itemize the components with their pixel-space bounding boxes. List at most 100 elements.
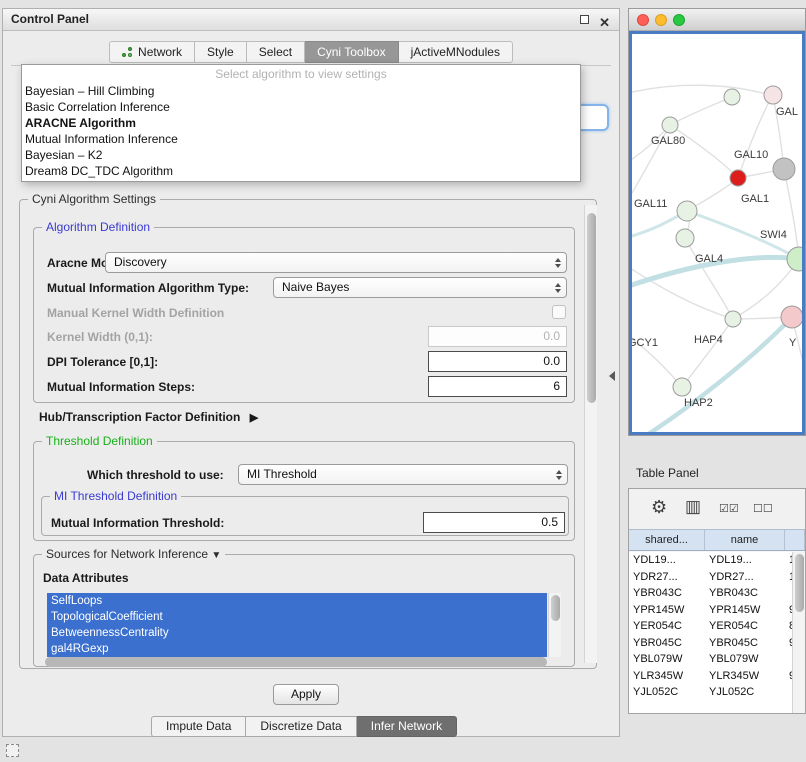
chevron-right-icon[interactable]: ▶ [250,412,258,424]
node-hap4[interactable] [725,311,741,327]
table-vertical-scrollbar[interactable] [792,552,805,713]
node-selected-red[interactable] [730,170,746,186]
table-row[interactable]: YBL079W YBL079W [629,651,792,668]
select-all-icon[interactable]: ☑☑ [719,502,739,515]
attributes-horizontal-scrollbar[interactable] [45,657,547,667]
cell: YDR27... [705,569,785,586]
attribute-item-selected[interactable]: SelfLoops [47,593,547,609]
node-label: HAP2 [684,397,713,409]
table-row[interactable]: YLR345W YLR345W 9. [629,668,792,685]
sources-title-text: Sources for Network Inference [46,547,208,561]
node-label: GAL [776,106,798,118]
tab-impute-data[interactable]: Impute Data [151,716,246,737]
tab-infer-network[interactable]: Infer Network [357,716,457,737]
column-header-shared-name[interactable]: shared... [629,530,705,550]
tab-discretize-data[interactable]: Discretize Data [246,716,356,737]
mi-type-combobox[interactable]: Naive Bayes [273,277,567,298]
table-row[interactable]: YER054C YER054C 8. [629,618,792,635]
algorithm-option[interactable]: Bayesian – Hill Climbing [22,83,580,99]
columns-icon[interactable]: ▥ [685,497,701,517]
tab-style[interactable]: Style [195,41,247,63]
manual-kernel-checkbox[interactable] [552,305,566,319]
algorithm-option[interactable]: Dream8 DC_TDC Algorithm [22,163,580,179]
tab-network[interactable]: Network [109,41,195,63]
table-row[interactable]: YJL052C YJL052C [629,684,792,701]
node[interactable] [764,86,782,104]
mi-steps-input[interactable]: 6 [428,376,567,397]
node-gal4[interactable] [676,229,694,247]
algorithm-option-selected[interactable]: ARACNE Algorithm [22,115,580,131]
node-pink[interactable] [781,306,802,328]
table-row[interactable]: YDR27... YDR27... 12 [629,569,792,586]
algorithm-option[interactable]: Mutual Information Inference [22,131,580,147]
mi-type-label: Mutual Information Algorithm Type: [47,281,249,295]
which-threshold-label: Which threshold to use: [87,468,224,482]
algorithm-option[interactable]: Basic Correlation Inference [22,99,580,115]
node-hap2[interactable] [673,378,691,396]
network-canvas[interactable]: GAL GAL80 GAL10 GAL11 GAL1 SWI4 GAL4 GCY… [629,31,805,435]
aracne-mode-value: Discovery [114,255,167,269]
mi-threshold-input[interactable]: 0.5 [423,512,565,533]
cell: YBL079W [705,651,785,668]
close-icon[interactable]: ✕ [599,12,610,33]
tab-jactivemnodules[interactable]: jActiveMNodules [399,41,513,63]
node-label: GAL1 [741,193,769,205]
float-window-icon[interactable] [580,15,589,24]
gear-icon[interactable]: ⚙ [651,497,667,518]
cell: YPR145W [629,602,705,619]
control-panel-titlebar[interactable]: Control Panel ✕ [3,9,619,31]
mi-steps-label: Mutual Information Steps: [47,380,195,394]
minimize-traffic-light-icon[interactable] [655,14,667,26]
sources-group-title[interactable]: Sources for Network Inference ▼ [42,547,225,561]
algorithm-option[interactable]: Bayesian – K2 [22,147,580,163]
apply-button[interactable]: Apply [273,684,339,705]
attribute-item-selected[interactable]: TopologicalCoefficient [47,609,547,625]
table-row[interactable]: YBR045C YBR045C 9. [629,635,792,652]
network-graph[interactable]: GAL GAL80 GAL10 GAL11 GAL1 SWI4 GAL4 GCY… [632,34,802,432]
attribute-item-selected[interactable]: gal4RGexp [47,641,547,657]
which-threshold-value: MI Threshold [247,467,317,481]
attributes-vertical-scrollbar[interactable] [548,593,561,657]
algorithm-dropdown-popup: Select algorithm to view settings Bayesi… [21,64,581,182]
table-row[interactable]: YPR145W YPR145W 9. [629,602,792,619]
tab-select[interactable]: Select [247,41,305,63]
settings-scrollbar-thumb[interactable] [587,213,596,403]
table-row[interactable]: YBR043C YBR043C [629,585,792,602]
attribute-item-selected[interactable]: BetweennessCentrality [47,625,547,641]
table-scrollbar-thumb[interactable] [795,554,804,612]
aracne-mode-combobox[interactable]: Discovery [105,252,567,273]
tab-select-label: Select [259,42,292,63]
close-traffic-light-icon[interactable] [637,14,649,26]
hub-section-label[interactable]: Hub/Transcription Factor Definition ▶ [39,410,258,424]
panel-collapse-handle-icon[interactable] [609,371,615,381]
grid-icon[interactable] [6,744,19,757]
which-threshold-combobox[interactable]: MI Threshold [238,464,568,485]
node-label: SWI4 [760,229,787,241]
deselect-all-icon[interactable]: ☐☐ [753,502,773,515]
node-label: HAP4 [694,334,723,346]
column-header-cut[interactable] [785,530,805,550]
kernel-width-input[interactable]: 0.0 [428,326,567,347]
cell: YER054C [705,618,785,635]
dpi-tolerance-input[interactable]: 0.0 [428,351,567,372]
data-attributes-list[interactable]: SelfLoops TopologicalCoefficient Between… [47,593,547,657]
tab-cyni-toolbox[interactable]: Cyni Toolbox [305,41,398,63]
settings-vertical-scrollbar[interactable] [584,205,597,663]
network-window-titlebar[interactable] [629,9,805,31]
tab-jactivemnodules-label: jActiveMNodules [411,42,500,63]
node-gal80[interactable] [662,117,678,133]
chevron-down-icon[interactable]: ▼ [211,550,221,561]
node-gal10[interactable] [773,158,795,180]
column-header-name[interactable]: name [705,530,785,550]
zoom-traffic-light-icon[interactable] [673,14,685,26]
node[interactable] [724,89,740,105]
node-gal1[interactable] [677,201,697,221]
table-row[interactable]: YDL19... YDL19... 13 [629,552,792,569]
kernel-width-label: Kernel Width (0,1): [47,330,153,344]
network-nodes[interactable] [662,86,802,396]
tab-network-label: Network [138,42,182,63]
attributes-scrollbar-thumb[interactable] [551,595,560,621]
node-swi4[interactable] [787,247,802,271]
control-panel-title: Control Panel [11,12,89,26]
cell: YBR043C [629,585,705,602]
